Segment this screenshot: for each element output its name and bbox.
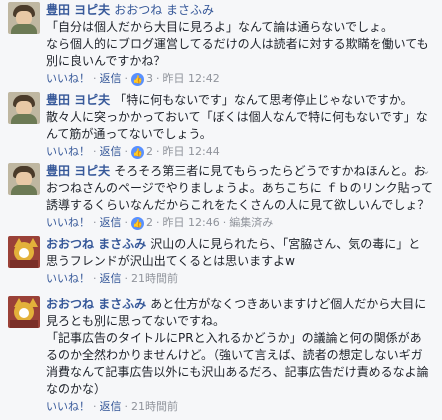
comment: おおつね まさふみ あと仕方がなくつきあいますけど個人だから大目に 見ろとも別に思…	[8, 296, 436, 415]
reaction-count[interactable]: 👍 3	[131, 71, 153, 87]
comment-body: おおつね まさふみ あと仕方がなくつきあいますけど個人だから大目に 見ろとも別に思…	[46, 296, 436, 415]
comment-actions: いいね！ · 返信 · 👍 3 · 昨日 12:42	[46, 71, 220, 87]
comment-text-line: るのか全然わかりませんけど。（強いて言えば、読者の想定しないギガ	[46, 348, 423, 362]
like-link[interactable]: いいね！	[46, 144, 90, 160]
comment-actions: いいね！ · 返信 · 👍 2 · 昨日 12:46 · 編集済み	[46, 215, 274, 231]
comment-thread: 豊田 ヨピ夫 おおつね まさふみ 「自分は個人だから大目に見ろよ」なんて論は通らな…	[0, 0, 442, 420]
comment-text-line: なら個人的にブログ運営してるだけの人は読者に対する欺瞞を働いても	[46, 37, 429, 51]
reaction-count[interactable]: 👍 2	[131, 144, 153, 160]
like-link[interactable]: いいね！	[46, 271, 90, 287]
timestamp[interactable]: 昨日 12:42	[163, 71, 220, 87]
avatar[interactable]	[8, 236, 40, 268]
timestamp[interactable]: 21時間前	[131, 271, 178, 287]
comment-actions: いいね！ · 返信 · 21時間前	[46, 271, 178, 287]
reply-link[interactable]: 返信	[100, 144, 122, 160]
comment-text-line: 「自分は個人だから大目に見ろよ」なんて論は通らないでしょ。	[46, 20, 394, 34]
comment-text-line: んて筋が通ってないでしょう。	[46, 127, 212, 141]
comment-text-line: 沢山の人に見られたら、「宮脇さん、気の毒に」と	[150, 237, 421, 251]
comment-body: 豊田 ヨピ夫 「特に何もないです」なんて思考停止じゃないですか。 散々人に突っかか…	[46, 92, 436, 160]
comment-text-line: あと仕方がなくつきあいますけど個人だから大目に	[150, 297, 427, 311]
comment-actions: いいね！ · 返信 · 21時間前	[46, 399, 178, 415]
comment: 豊田 ヨピ夫 そろそろ第三者に見てもらったらどうですかねほんと。お おつねさんのペ…	[8, 163, 436, 231]
like-link[interactable]: いいね！	[46, 71, 90, 87]
comment-text-line: 別に良いんですかね？	[46, 54, 166, 68]
thumbs-up-icon: 👍	[131, 216, 144, 230]
avatar[interactable]	[8, 163, 40, 195]
avatar[interactable]	[8, 296, 40, 328]
comment-actions: いいね！ · 返信 · 👍 2 · 昨日 12:44	[46, 144, 220, 160]
mentioned-user[interactable]: おおつね まさふみ	[114, 3, 214, 17]
reply-link[interactable]: 返信	[100, 71, 122, 87]
thumbs-up-icon: 👍	[131, 72, 144, 86]
thumbs-up-icon: 👍	[131, 145, 144, 159]
like-link[interactable]: いいね！	[46, 215, 90, 231]
comment-text-line: 「記事広告のタイトルにPRと入れるかどうか」の議論と何の関係があ	[46, 331, 422, 345]
comment-text-line: 見ろとも別に思ってないですね。	[46, 314, 226, 328]
comment-author[interactable]: 豊田 ヨピ夫	[46, 164, 110, 178]
timestamp[interactable]: 昨日 12:46	[163, 215, 220, 231]
comment-body: 豊田 ヨピ夫 おおつね まさふみ 「自分は個人だから大目に見ろよ」なんて論は通らな…	[46, 2, 436, 87]
comment: おおつね まさふみ 沢山の人に見られたら、「宮脇さん、気の毒に」と 思うフレンドが…	[8, 236, 436, 287]
reply-link[interactable]: 返信	[100, 399, 122, 415]
comment-author[interactable]: おおつね まさふみ	[46, 237, 146, 251]
reply-link[interactable]: 返信	[100, 271, 122, 287]
avatar[interactable]	[8, 2, 40, 34]
comment-text-line: なのかな）	[46, 382, 107, 396]
avatar[interactable]	[8, 92, 40, 124]
comment-author[interactable]: 豊田 ヨピ夫	[46, 93, 110, 107]
comment-author[interactable]: おおつね まさふみ	[46, 297, 146, 311]
reply-link[interactable]: 返信	[100, 215, 122, 231]
edited-link[interactable]: 編集済み	[229, 215, 273, 231]
comment: 豊田 ヨピ夫 おおつね まさふみ 「自分は個人だから大目に見ろよ」なんて論は通らな…	[8, 2, 436, 87]
comment-body: おおつね まさふみ 沢山の人に見られたら、「宮脇さん、気の毒に」と 思うフレンドが…	[46, 236, 436, 287]
comment-text-line: そろそろ第三者に見てもらったらどうですかねほんと。お	[114, 164, 426, 178]
comment-text-line: 散々人に突っかかっておいて「ぼくは個人なんで特に何もないです」な	[46, 110, 428, 124]
comment-author[interactable]: 豊田 ヨピ夫	[46, 3, 110, 17]
comment-body: 豊田 ヨピ夫 そろそろ第三者に見てもらったらどうですかねほんと。お おつねさんのペ…	[46, 163, 436, 231]
like-link[interactable]: いいね！	[46, 399, 90, 415]
reaction-count[interactable]: 👍 2	[131, 215, 153, 231]
comment-text-line: 誘導するくらいなんだからこれをたくさんの人に見て欲しいんでしょ？	[46, 198, 430, 212]
comment-text-line: おつねさんのページでやりましょうよ。あちこちに ｆｂのリンク貼って	[46, 181, 433, 195]
comment-text-line: 消費なんて記事広告以外にも沢山あるだろ、記事広告だけ責めるなよ論	[46, 365, 429, 379]
comment: 豊田 ヨピ夫 「特に何もないです」なんて思考停止じゃないですか。 散々人に突っかか…	[8, 92, 436, 160]
timestamp[interactable]: 昨日 12:44	[163, 144, 220, 160]
comment-text-line: 思うフレンドが沢山出てくるとは思いますよw	[46, 254, 295, 268]
timestamp[interactable]: 21時間前	[131, 399, 178, 415]
comment-text-line: 「特に何もないです」なんて思考停止じゃないですか。	[114, 93, 413, 107]
chevron-down-icon[interactable]: ⌄	[420, 165, 432, 177]
